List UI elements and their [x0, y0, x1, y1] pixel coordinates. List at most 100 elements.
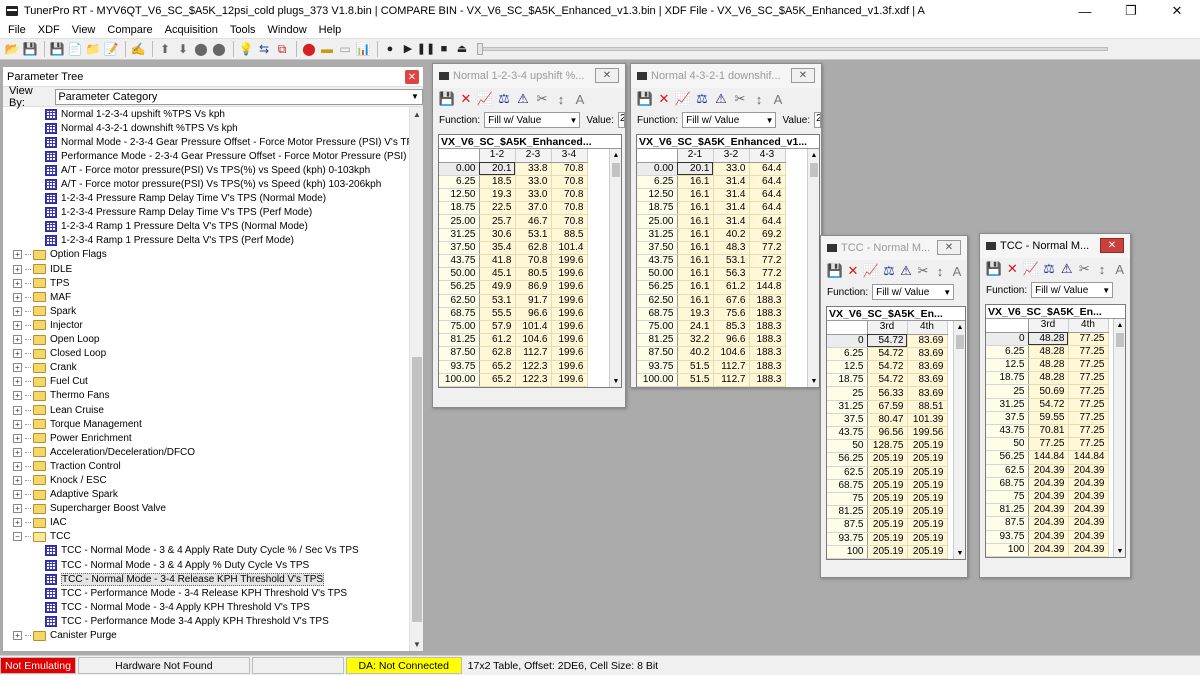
table-cell[interactable]: 204.39	[1068, 530, 1109, 544]
tree-item[interactable]: + IAC	[3, 516, 409, 530]
expand-icon[interactable]: +	[13, 419, 22, 429]
row-header[interactable]: 37.5	[986, 411, 1029, 426]
row-header[interactable]: 6.25	[827, 347, 868, 362]
row-header[interactable]: 0.00	[637, 162, 678, 176]
table-cell[interactable]: 64.4	[749, 162, 786, 176]
expand-icon[interactable]: +	[13, 518, 22, 528]
row-header[interactable]: 25	[827, 386, 868, 401]
table-cell[interactable]: 31.4	[713, 214, 750, 229]
function-select[interactable]: Fill w/ Value ▼	[1031, 282, 1114, 298]
row-header[interactable]: 12.50	[637, 188, 678, 203]
table-cell[interactable]: 32.2	[677, 333, 714, 348]
table-cell[interactable]: 112.7	[713, 373, 750, 387]
table-cell[interactable]: 54.72	[1028, 398, 1069, 412]
tree-item[interactable]: TCC - Normal Mode - 3 & 4 Apply % Duty C…	[3, 558, 409, 572]
table-cell[interactable]: 77.25	[1068, 358, 1109, 373]
table-cell[interactable]: 205.19	[907, 532, 948, 546]
tree-item[interactable]: Normal 4-3-2-1 downshift %TPS Vs kph	[3, 121, 409, 135]
row-header[interactable]: 18.75	[827, 373, 868, 388]
tree-item[interactable]: TCC - Normal Mode - 3 & 4 Apply Rate Dut…	[3, 544, 409, 558]
tree-item[interactable]: + Option Flags	[3, 248, 409, 262]
scroll-up-icon[interactable]: ▲	[410, 107, 424, 121]
table-cell[interactable]: 54.72	[867, 373, 908, 388]
tree-item[interactable]: 1-2-3-4 Pressure Ramp Delay Time V's TPS…	[3, 206, 409, 220]
table-cell[interactable]: 205.19	[907, 439, 948, 454]
table-cell[interactable]: 205.19	[867, 452, 908, 467]
table-cell[interactable]: 199.6	[551, 254, 588, 269]
close-icon[interactable]: ✕	[937, 240, 961, 255]
row-header[interactable]: 25	[986, 384, 1029, 399]
table-cell[interactable]: 101.39	[907, 413, 948, 428]
table-cell[interactable]: 204.39	[1028, 503, 1069, 518]
table-cell[interactable]: 46.7	[515, 214, 552, 229]
row-header[interactable]: 31.25	[439, 228, 480, 242]
row-header[interactable]: 87.5	[827, 518, 868, 533]
expand-icon[interactable]: +	[13, 320, 22, 330]
table-cell[interactable]: 70.8	[515, 254, 552, 269]
row-header[interactable]: 56.25	[986, 450, 1029, 465]
column-header[interactable]: 2-1	[677, 149, 714, 163]
column-header[interactable]: 4th	[1068, 319, 1109, 333]
table-cell[interactable]: 75.6	[713, 307, 750, 321]
table-cell[interactable]: 122.3	[515, 373, 552, 387]
table-cell[interactable]: 22.5	[479, 201, 516, 216]
close-icon[interactable]: ✕	[791, 68, 815, 83]
table-cell[interactable]: 204.39	[1028, 464, 1069, 478]
xdf-open-icon[interactable]: 📄	[67, 41, 83, 57]
row-header[interactable]: 0	[827, 334, 868, 348]
table-cell[interactable]: 77.25	[1068, 332, 1109, 346]
flip-icon[interactable]: ↕	[1095, 261, 1110, 277]
table-cell[interactable]: 16.1	[677, 267, 714, 282]
table-scrollbar[interactable]: ▲ ▼	[1113, 319, 1125, 557]
column-header[interactable]: 3rd	[1028, 319, 1069, 333]
row-header[interactable]: 87.50	[439, 346, 480, 361]
table-cell[interactable]: 199.6	[551, 307, 588, 321]
table-cell[interactable]: 144.84	[1068, 450, 1109, 465]
row-header[interactable]: 68.75	[986, 477, 1029, 491]
pause-icon[interactable]: ❚❚	[417, 41, 435, 57]
table-cell[interactable]: 33.0	[713, 162, 750, 176]
tree-item[interactable]: + Spark	[3, 304, 409, 318]
table-cell[interactable]: 96.56	[867, 426, 908, 441]
tree-item[interactable]: A/T - Force motor pressure(PSI) Vs TPS(%…	[3, 163, 409, 177]
playback-slider[interactable]	[477, 43, 1108, 55]
column-header[interactable]: 4-3	[749, 149, 786, 163]
expand-icon[interactable]: +	[13, 391, 22, 401]
view-by-select[interactable]: Parameter Category ▼	[55, 88, 423, 105]
table-cell[interactable]: 69.2	[749, 228, 786, 242]
slider-thumb[interactable]	[477, 43, 483, 55]
row-header[interactable]: 100	[986, 543, 1029, 557]
table-cell[interactable]: 54.72	[867, 360, 908, 375]
column-header[interactable]: 1-2	[479, 149, 516, 163]
tree-item[interactable]: + TPS	[3, 276, 409, 290]
graph-icon[interactable]: 📈	[477, 91, 493, 107]
tree-item[interactable]: + Canister Purge	[3, 628, 409, 642]
table-cell[interactable]: 31.4	[713, 175, 750, 190]
save-icon[interactable]: 💾	[827, 263, 843, 279]
graph-icon[interactable]: 📈	[1023, 261, 1039, 277]
table-cell[interactable]: 101.4	[551, 241, 588, 256]
table-cell[interactable]: 112.7	[515, 346, 552, 361]
table-cell[interactable]: 50.69	[1028, 384, 1069, 399]
expand-icon[interactable]: +	[13, 447, 22, 457]
table-cell[interactable]: 64.4	[749, 214, 786, 229]
tree-item[interactable]: + MAF	[3, 290, 409, 304]
row-header[interactable]: 31.25	[827, 400, 868, 414]
tree-item[interactable]: 1-2-3-4 Pressure Ramp Delay Time V's TPS…	[3, 192, 409, 206]
expand-icon[interactable]: +	[13, 278, 22, 288]
table-cell[interactable]: 88.5	[551, 228, 588, 242]
table-cell[interactable]: 61.2	[479, 333, 516, 348]
table-cell[interactable]: 33.0	[515, 175, 552, 190]
table-cell[interactable]: 91.7	[515, 294, 552, 308]
row-header[interactable]: 75	[986, 490, 1029, 505]
save-icon[interactable]: 💾	[986, 261, 1002, 277]
table-cell[interactable]: 88.51	[907, 400, 948, 414]
table-window-titlebar[interactable]: Normal 1-2-3-4 upshift %... ✕	[433, 64, 625, 88]
table-cell[interactable]: 204.39	[1068, 477, 1109, 491]
table-cell[interactable]: 64.4	[749, 201, 786, 216]
table-cell[interactable]: 205.19	[867, 518, 908, 533]
table-cell[interactable]: 33.0	[515, 188, 552, 203]
parameter-tree-close-icon[interactable]: ✕	[405, 70, 419, 84]
table-cell[interactable]: 112.7	[713, 360, 750, 374]
table-cell[interactable]: 188.3	[749, 320, 786, 335]
